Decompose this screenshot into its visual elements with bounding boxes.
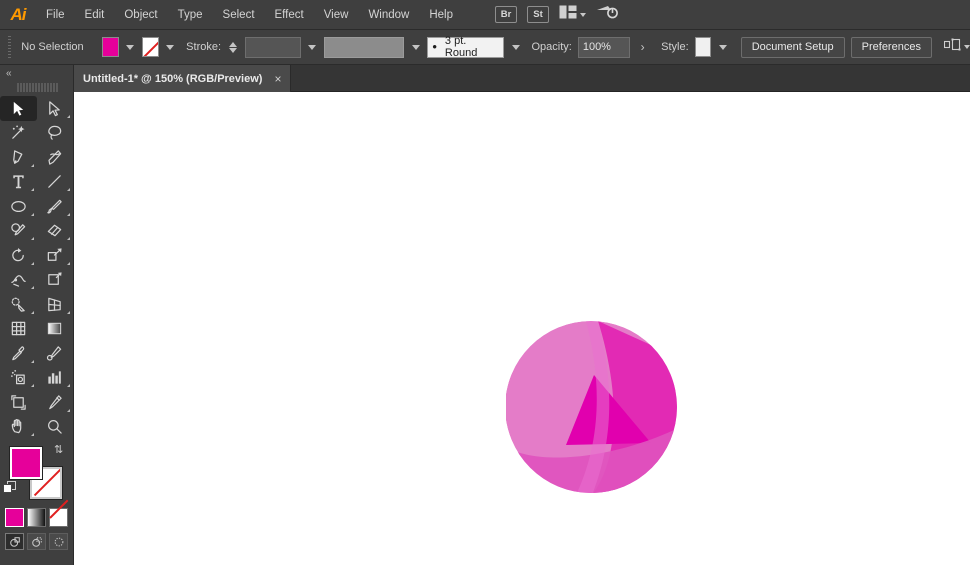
blend-tool[interactable] — [37, 341, 74, 366]
fill-swatch-dropdown[interactable] — [125, 37, 136, 57]
brush-definition-input[interactable]: • 3 pt. Round — [427, 37, 504, 58]
draw-mode-buttons — [0, 533, 73, 550]
align-transform-icon — [944, 38, 961, 57]
eraser-tool[interactable] — [37, 219, 74, 244]
swap-fill-stroke-icon[interactable]: ⇅ — [54, 445, 67, 458]
shape-builder-tool[interactable] — [0, 292, 37, 317]
free-transform-tool[interactable] — [37, 268, 74, 293]
opacity-options-chevron[interactable]: › — [636, 37, 649, 57]
stroke-color-swatch[interactable] — [142, 37, 159, 57]
document-tab-title: Untitled-1* @ 150% (RGB/Preview) — [83, 73, 262, 85]
rotate-tool[interactable] — [0, 243, 37, 268]
document-tab[interactable]: Untitled-1* @ 150% (RGB/Preview) × — [74, 65, 291, 92]
control-options-bar: No Selection Stroke: • 3 pt. Round Opaci… — [0, 30, 970, 65]
fill-stroke-controls: ⇅ — [0, 443, 73, 505]
preferences-button[interactable]: Preferences — [851, 37, 932, 58]
menu-file[interactable]: File — [36, 0, 75, 30]
stroke-weight-stepper[interactable] — [229, 42, 237, 53]
menu-window[interactable]: Window — [358, 0, 419, 30]
type-tool[interactable] — [0, 170, 37, 195]
brush-definition-dropdown[interactable] — [510, 37, 521, 57]
selection-tool[interactable] — [0, 96, 37, 121]
tool-grid — [0, 96, 73, 439]
bridge-button[interactable]: Br — [495, 6, 517, 23]
paintbrush-tool[interactable] — [37, 194, 74, 219]
gradient-mode-button[interactable] — [27, 508, 46, 527]
graphic-style-dropdown[interactable] — [717, 37, 728, 57]
curvature-tool[interactable] — [37, 145, 74, 170]
stock-button[interactable]: St — [527, 6, 549, 23]
color-mode-buttons — [0, 508, 73, 527]
app-logo: Ai — [0, 0, 36, 30]
opacity-label: Opacity: — [531, 41, 571, 53]
stroke-weight-input[interactable] — [245, 37, 301, 58]
scale-tool[interactable] — [37, 243, 74, 268]
artboard-tool[interactable] — [0, 390, 37, 415]
close-icon[interactable]: × — [274, 73, 281, 85]
stroke-swatch-dropdown[interactable] — [165, 37, 176, 57]
arrange-documents-icon — [559, 5, 577, 24]
direct-selection-tool[interactable] — [37, 96, 74, 121]
selection-status-label: No Selection — [21, 41, 96, 53]
column-graph-tool[interactable] — [37, 366, 74, 391]
perspective-grid-tool[interactable] — [37, 292, 74, 317]
mesh-tool[interactable] — [0, 317, 37, 342]
stroke-profile-input[interactable] — [324, 37, 404, 58]
zoom-tool[interactable] — [37, 415, 74, 440]
tools-panel-grip[interactable] — [16, 81, 58, 93]
draw-behind-button[interactable] — [27, 533, 46, 550]
toolbar-fill-swatch[interactable] — [10, 447, 42, 479]
magic-wand-tool[interactable] — [0, 121, 37, 146]
align-transform-button[interactable] — [944, 38, 970, 57]
menu-view[interactable]: View — [314, 0, 359, 30]
draw-inside-button[interactable] — [49, 533, 68, 550]
menu-type[interactable]: Type — [168, 0, 213, 30]
chevron-down-icon — [964, 45, 970, 49]
control-bar-grip[interactable] — [8, 36, 11, 58]
stroke-weight-dropdown[interactable] — [307, 37, 318, 57]
width-tool[interactable] — [0, 268, 37, 293]
graphic-style-swatch[interactable] — [695, 37, 712, 57]
eyedropper-tool[interactable] — [0, 341, 37, 366]
sphere-artwork[interactable] — [506, 320, 686, 505]
stroke-weight-label: Stroke: — [186, 41, 221, 53]
brush-definition-value: 3 pt. Round — [445, 35, 499, 59]
gradient-tool[interactable] — [37, 317, 74, 342]
symbol-sprayer-tool[interactable] — [0, 366, 37, 391]
tools-panel: « — [0, 65, 74, 565]
menu-edit[interactable]: Edit — [75, 0, 115, 30]
ellipse-tool[interactable] — [0, 194, 37, 219]
arrange-documents-button[interactable] — [559, 5, 586, 24]
menu-effect[interactable]: Effect — [265, 0, 314, 30]
none-mode-button[interactable] — [49, 508, 68, 527]
stroke-profile-dropdown[interactable] — [410, 37, 421, 57]
slice-tool[interactable] — [37, 390, 74, 415]
line-segment-tool[interactable] — [37, 170, 74, 195]
illustrator-window: Ai File Edit Object Type Select Effect V… — [0, 0, 970, 565]
color-mode-button[interactable] — [5, 508, 24, 527]
draw-normal-button[interactable] — [5, 533, 24, 550]
lasso-tool[interactable] — [37, 121, 74, 146]
sphere-artwork-svg — [506, 320, 686, 500]
sync-settings-icon — [596, 4, 618, 25]
fill-color-swatch[interactable] — [102, 37, 119, 57]
sync-settings-button[interactable] — [596, 4, 618, 25]
menu-object[interactable]: Object — [114, 0, 167, 30]
pencil-tool[interactable] — [0, 219, 37, 244]
chevron-down-icon — [580, 13, 586, 17]
menu-bar-right-group: Br St — [495, 4, 618, 25]
menu-help[interactable]: Help — [419, 0, 463, 30]
document-setup-button[interactable]: Document Setup — [741, 37, 845, 58]
style-label: Style: — [661, 41, 689, 53]
none-slash-icon — [143, 38, 158, 56]
default-fill-stroke-icon[interactable] — [3, 481, 17, 495]
document-tab-bar: Untitled-1* @ 150% (RGB/Preview) × — [0, 65, 970, 92]
opacity-input[interactable]: 100% — [578, 37, 630, 58]
hand-tool[interactable] — [0, 415, 37, 440]
pen-tool[interactable] — [0, 145, 37, 170]
menu-select[interactable]: Select — [213, 0, 265, 30]
collapse-panel-button[interactable]: « — [0, 65, 73, 81]
artboard-canvas[interactable] — [74, 92, 970, 565]
menu-bar: Ai File Edit Object Type Select Effect V… — [0, 0, 970, 30]
